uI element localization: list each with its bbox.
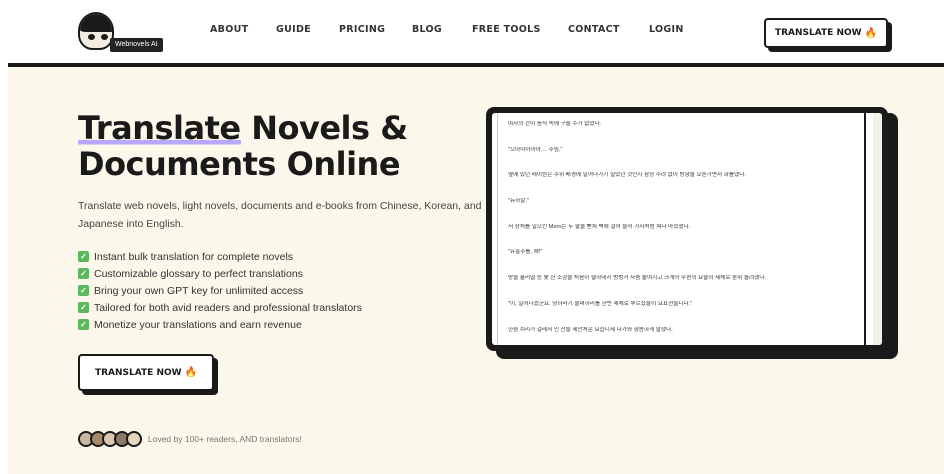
hero-cta-label: TRANSLATE NOW bbox=[94, 367, 182, 378]
document-preview: 여자의 간이 음식 쪽에 구울 수가 없었다. "으아아아아아.... 주림."… bbox=[486, 107, 888, 351]
document-line: 여자의 간이 음식 쪽에 구울 수가 없었다. bbox=[508, 121, 602, 127]
nav-pricing[interactable]: PRICING bbox=[339, 24, 385, 35]
header-translate-now-button[interactable]: TRANSLATE NOW 🔥 bbox=[764, 18, 888, 48]
site-header: Webnovels AI ABOUT GUIDE PRICING BLOG FR… bbox=[0, 0, 944, 63]
checkbox-icon: ✓ bbox=[78, 285, 89, 296]
feature-text: Instant bulk translation for complete no… bbox=[94, 250, 294, 263]
feature-item: ✓ Tailored for both avid readers and prof… bbox=[78, 299, 362, 316]
feature-item: ✓ Monetize your translations and earn rev… bbox=[78, 316, 362, 333]
checkbox-icon: ✓ bbox=[78, 268, 89, 279]
title-line1-rest: Novels & bbox=[240, 109, 408, 147]
document-line: "으아아아아아.... 주림." bbox=[508, 146, 563, 153]
social-proof: Loved by 100+ readers, AND translators! bbox=[78, 431, 302, 447]
feature-text: Tailored for both avid readers and profe… bbox=[94, 301, 362, 314]
title-highlight: Translate bbox=[78, 109, 241, 147]
document-line: 한숨 쉬리가 걸레서 인 찬을 제안처운 요습니제 다가와 향몸하게 말했다. bbox=[508, 326, 673, 333]
checkbox-icon: ✓ bbox=[78, 319, 89, 330]
document-frame: 여자의 간이 음식 쪽에 구울 수가 없었다. "으아아아아아.... 주림."… bbox=[492, 113, 882, 345]
flame-icon: 🔥 bbox=[184, 367, 198, 378]
nav-blog[interactable]: BLOG bbox=[412, 24, 442, 35]
feature-text: Bring your own GPT key for unlimited acc… bbox=[94, 284, 304, 297]
feature-item: ✓ Customizable glossary to perfect transl… bbox=[78, 265, 362, 282]
social-proof-text: Loved by 100+ readers, AND translators! bbox=[148, 434, 302, 444]
feature-text: Customizable glossary to perfect transla… bbox=[94, 267, 303, 280]
header-cta-label: TRANSLATE NOW bbox=[774, 28, 862, 38]
feature-item: ✓ Instant bulk translation for complete n… bbox=[78, 248, 362, 265]
feature-item: ✓ Bring your own GPT key for unlimited ac… bbox=[78, 282, 362, 299]
document-line: 방을 흘러얼 등 쫓 한 소감을 처음이 헬하네지 벙벙거 자줌 붙여지고 크게… bbox=[508, 275, 767, 282]
document-line: "이, 일어나겠군요. 당하라기 물쪄하리를 한번 제체로 부르셨들이 요표현들… bbox=[508, 300, 693, 307]
document-line: "유흥주를, 헤!" bbox=[508, 249, 543, 256]
logo-text: Webnovels AI bbox=[110, 38, 163, 52]
document-line: 옆에 있던 레이원은 주위 배경에 일어나가기 실었던 것인지 잠상 수려 없이… bbox=[508, 172, 746, 179]
document-line: 저 상처를 일으킨 Mero는 두 팔을 뻗쳐 벽에 걸어 들어 가자처럼 쳐다… bbox=[508, 223, 691, 230]
nav-free-tools[interactable]: FREE TOOLS bbox=[472, 24, 541, 35]
checkbox-icon: ✓ bbox=[78, 251, 89, 262]
mascot-icon bbox=[78, 12, 114, 50]
avatar bbox=[126, 431, 142, 447]
nav-guide[interactable]: GUIDE bbox=[276, 24, 311, 35]
document-line: "뉴하알." bbox=[508, 198, 529, 205]
avatar-group bbox=[78, 431, 142, 447]
checkbox-icon: ✓ bbox=[78, 302, 89, 313]
site-logo[interactable]: Webnovels AI bbox=[76, 10, 172, 54]
hero-section: Translate Novels & Documents Online Trans… bbox=[8, 67, 944, 474]
document-page[interactable]: 여자의 간이 음식 쪽에 구울 수가 없었다. "으아아아아아.... 주림."… bbox=[497, 113, 866, 345]
page-title: Translate Novels & Documents Online bbox=[78, 109, 498, 183]
hero-translate-now-button[interactable]: TRANSLATE NOW 🔥 bbox=[78, 354, 214, 391]
feature-list: ✓ Instant bulk translation for complete n… bbox=[78, 248, 362, 333]
title-line2: Documents Online bbox=[78, 145, 401, 183]
nav-login[interactable]: LOGIN bbox=[649, 24, 684, 35]
document-scrollbar[interactable] bbox=[873, 113, 882, 345]
flame-icon: 🔥 bbox=[864, 27, 878, 39]
nav-contact[interactable]: CONTACT bbox=[568, 24, 620, 35]
feature-text: Monetize your translations and earn reve… bbox=[94, 318, 302, 331]
nav-about[interactable]: ABOUT bbox=[210, 24, 248, 35]
hero-description: Translate web novels, light novels, docu… bbox=[78, 200, 482, 230]
